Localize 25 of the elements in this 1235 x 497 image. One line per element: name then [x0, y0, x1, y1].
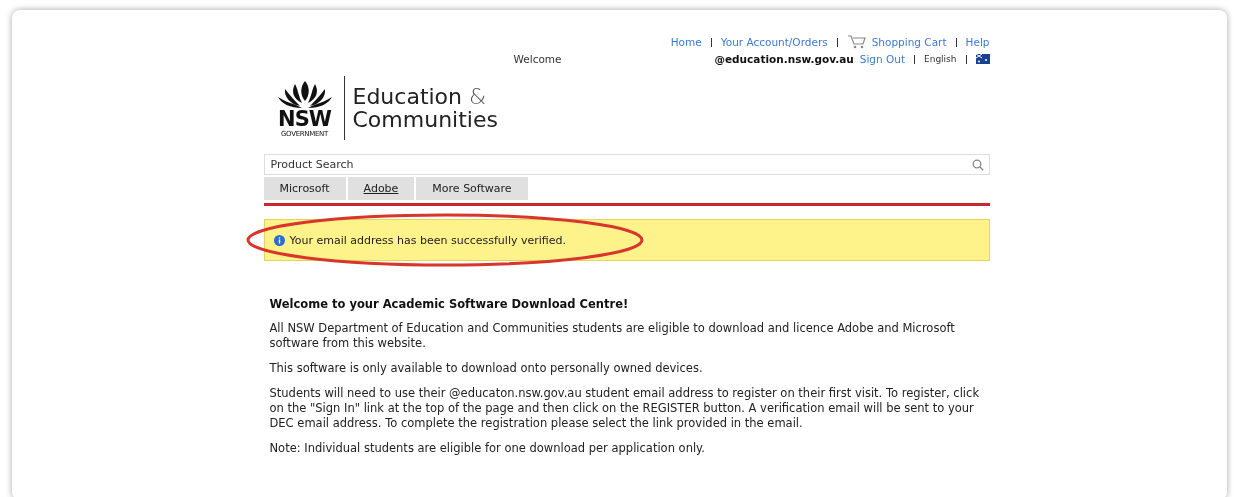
search-field[interactable]: Product Search [263, 154, 990, 175]
welcome-text: Welcome [513, 53, 562, 65]
paragraph: All NSW Department of Education and Communities students are eligible to download and licence Adobe and Microsoft software from this website. [269, 321, 956, 351]
nav-link[interactable]: Your Account/Orders [720, 36, 828, 48]
category-tab[interactable]: Adobe [347, 177, 415, 200]
category-tab[interactable]: More Software [416, 177, 528, 200]
flag-icon[interactable] [975, 54, 990, 64]
paragraph: Note: Individual students are eligible for one download per application only. [269, 441, 706, 456]
logo-title: Communities [352, 108, 498, 132]
logo-mark-text: NSW [278, 108, 331, 130]
language-selector[interactable]: English [924, 54, 957, 64]
sign-out-link[interactable]: Sign Out [859, 53, 905, 65]
user-email: @education.nsw.gov.au [714, 53, 854, 65]
paragraph: Students will need to use their @educaton.nsw.gov.au student email address to register on their first visit. To register, click on the "Sign In" link at the top of the page and then click on the REGISTER button. A verification email will be sent to your DEC email address. To complete the registration please select the link provided in the email. [269, 386, 981, 431]
paragraph: This software is only available to download onto personally owned devices. [269, 361, 704, 376]
search-icon[interactable] [971, 159, 984, 171]
category-tab[interactable]: Microsoft [263, 177, 346, 200]
nav-link[interactable]: Home [670, 36, 702, 48]
notice-text: Your email address has been successfully verified. [289, 233, 566, 247]
info-icon [273, 234, 285, 246]
cart-icon [846, 35, 867, 49]
welcome-heading: Welcome to your Academic Software Download Centre! [269, 297, 630, 311]
nav-link[interactable]: Help [965, 36, 990, 48]
nav-link[interactable]: Shopping Cart [846, 35, 947, 49]
logo-title: Education & [352, 84, 488, 108]
